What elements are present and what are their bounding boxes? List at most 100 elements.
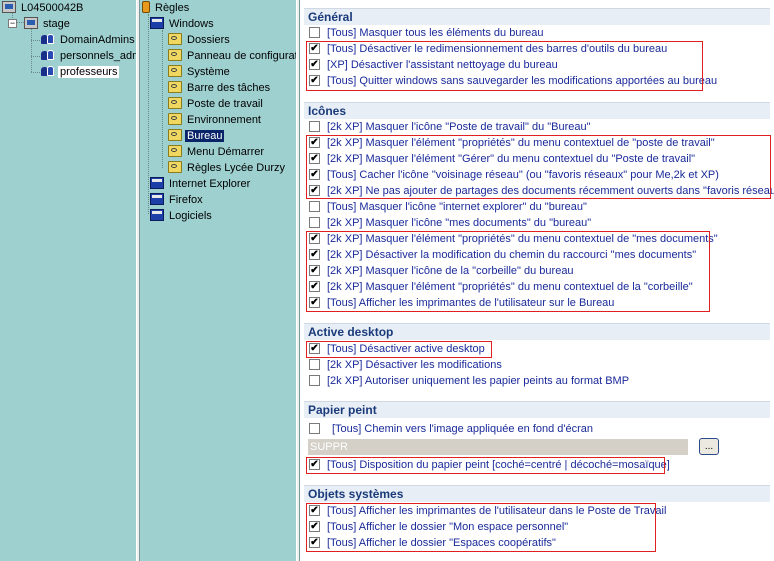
- tree-node-label: Dossiers: [187, 34, 230, 46]
- section-header-papier-peint: Papier peint: [304, 401, 770, 418]
- tree-node-menu-demarrer[interactable]: Menu Démarrer: [168, 144, 266, 160]
- tree-node-bureau[interactable]: Bureau: [168, 128, 225, 144]
- users-group-icon: [41, 49, 55, 61]
- collapse-icon[interactable]: −: [8, 19, 17, 28]
- checkbox[interactable]: ✔: [309, 43, 320, 54]
- tree-node-label: Barre des tâches: [187, 82, 271, 94]
- tree-node-logiciels[interactable]: Logiciels: [150, 208, 214, 224]
- tree-node-internet-explorer[interactable]: Internet Explorer: [150, 176, 252, 192]
- option-label: [Tous] Afficher le dossier "Espaces coop…: [327, 537, 556, 549]
- option-label: [Tous] Masquer tous les éléments du bure…: [327, 27, 544, 39]
- policy-folder-icon: [168, 65, 182, 77]
- checkbox[interactable]: [309, 217, 320, 228]
- option-label: [2k XP] Masquer l'icône "Poste de travai…: [327, 121, 591, 133]
- checkbox[interactable]: ✔: [309, 343, 320, 354]
- checkbox[interactable]: ✔: [309, 153, 320, 164]
- option-label: [2k XP] Désactiver les modifications: [327, 359, 502, 371]
- option-label: [Tous] Afficher les imprimantes de l'uti…: [327, 297, 615, 309]
- rules-tree-pane: Règles Windows Dossiers Panneau de confi…: [140, 0, 296, 561]
- checkbox[interactable]: [309, 423, 320, 434]
- tree-node-panneau[interactable]: Panneau de configuration: [168, 48, 296, 64]
- option-label: [Tous] Désactiver active desktop: [327, 343, 485, 355]
- tree-node-professeurs[interactable]: professeurs: [41, 64, 120, 80]
- checkbox[interactable]: ✔: [309, 537, 320, 548]
- computer-icon: [2, 1, 16, 13]
- tree-node-domainadmins[interactable]: DomainAdmins: [41, 32, 136, 48]
- wallpaper-path-input[interactable]: [308, 439, 688, 455]
- tree-node-windows[interactable]: Windows: [150, 16, 216, 32]
- policy-folder-icon: [168, 33, 182, 45]
- checkbox[interactable]: ✔: [309, 169, 320, 180]
- checkbox[interactable]: [309, 27, 320, 38]
- policy-folder-icon: [168, 49, 182, 61]
- option-label: [Tous] Chemin vers l'image appliquée en …: [332, 423, 594, 435]
- browse-button[interactable]: ...: [699, 438, 719, 455]
- checkbox[interactable]: ✔: [309, 59, 320, 70]
- policy-folder-icon: [168, 97, 182, 109]
- option-label: [Tous] Disposition du papier peint [coch…: [327, 459, 670, 471]
- checkbox[interactable]: ✔: [309, 297, 320, 308]
- tree-node-regles-durzy[interactable]: Règles Lycée Durzy: [168, 160, 287, 176]
- policy-folder-icon: [168, 81, 182, 93]
- checkbox[interactable]: [309, 121, 320, 132]
- checkbox[interactable]: ✔: [309, 521, 320, 532]
- tree-node-label: DomainAdmins: [60, 34, 135, 46]
- checkbox[interactable]: ✔: [309, 137, 320, 148]
- tree-node-label: Règles Lycée Durzy: [187, 162, 286, 174]
- tree-node-label: stage: [43, 18, 70, 30]
- policy-folder-icon: [168, 129, 182, 141]
- users-group-icon: [41, 33, 55, 45]
- tree-node-label: Windows: [169, 18, 214, 30]
- tree-node-poste-travail[interactable]: Poste de travail: [168, 96, 265, 112]
- checkbox[interactable]: [309, 359, 320, 370]
- option-label: [2k XP] Masquer l'icône de la "corbeille…: [327, 265, 574, 277]
- checkbox[interactable]: ✔: [309, 249, 320, 260]
- tree-node-firefox[interactable]: Firefox: [150, 192, 205, 208]
- tree-node-label: personnels_adm: [60, 50, 136, 62]
- policy-folder-icon: [168, 161, 182, 173]
- checkbox[interactable]: ✔: [309, 265, 320, 276]
- option-label: [Tous] Quitter windows sans sauvegarder …: [327, 75, 718, 87]
- tree-node-label: L04500042B: [21, 2, 84, 14]
- section-header-objets-systemes: Objets systèmes: [304, 485, 770, 502]
- tree-node-systeme[interactable]: Système: [168, 64, 232, 80]
- tree-node-regles[interactable]: Règles: [142, 0, 191, 16]
- tree-node-label: Internet Explorer: [169, 178, 251, 190]
- option-label: [XP] Désactiver l'assistant nettoyage du…: [327, 59, 558, 71]
- option-label: [Tous] Cacher l'icône "voisinage réseau"…: [327, 169, 719, 181]
- browser-icon: [150, 177, 164, 189]
- checkbox[interactable]: ✔: [309, 281, 320, 292]
- computer-icon: [24, 17, 38, 29]
- option-label: [2k XP] Ne pas ajouter de partages des d…: [327, 185, 774, 197]
- section-header-icones: Icônes: [304, 102, 770, 119]
- users-group-icon: [41, 65, 55, 77]
- tree-node-label: Environnement: [187, 114, 261, 126]
- tree-node-computer[interactable]: L04500042B: [2, 0, 85, 16]
- checkbox[interactable]: ✔: [309, 75, 320, 86]
- tree-node-barre-taches[interactable]: Barre des tâches: [168, 80, 272, 96]
- tree-node-stage[interactable]: stage: [24, 16, 72, 32]
- option-label: [2k XP] Autoriser uniquement les papier …: [327, 375, 630, 387]
- option-label: [2k XP] Désactiver la modification du ch…: [327, 249, 697, 261]
- option-label: [2k XP] Masquer l'élément "propriétés" d…: [327, 233, 718, 245]
- tree-node-label: Firefox: [169, 194, 203, 206]
- checkbox[interactable]: ✔: [309, 233, 320, 244]
- section-header-general: Général: [304, 8, 770, 25]
- checkbox[interactable]: [309, 375, 320, 386]
- tree-node-label: Menu Démarrer: [187, 146, 265, 158]
- tree-node-label: Système: [187, 66, 230, 78]
- checkbox[interactable]: ✔: [309, 185, 320, 196]
- tree-node-dossiers[interactable]: Dossiers: [168, 32, 232, 48]
- policy-folder-icon: [168, 113, 182, 125]
- tree-node-environnement[interactable]: Environnement: [168, 112, 263, 128]
- tree-node-label: Poste de travail: [187, 98, 263, 110]
- option-label: [Tous] Masquer l'icône "internet explore…: [327, 201, 587, 213]
- settings-pane: Général [Tous] Masquer tous les éléments…: [300, 0, 774, 561]
- tree-node-personnels[interactable]: personnels_adm: [41, 48, 136, 64]
- computer-tree-pane: L04500042B − stage DomainAdmins personne…: [0, 0, 136, 561]
- checkbox[interactable]: [309, 201, 320, 212]
- software-icon: [150, 209, 164, 221]
- checkbox[interactable]: ✔: [309, 505, 320, 516]
- tree-node-label: Règles: [155, 2, 190, 14]
- checkbox[interactable]: ✔: [309, 459, 320, 470]
